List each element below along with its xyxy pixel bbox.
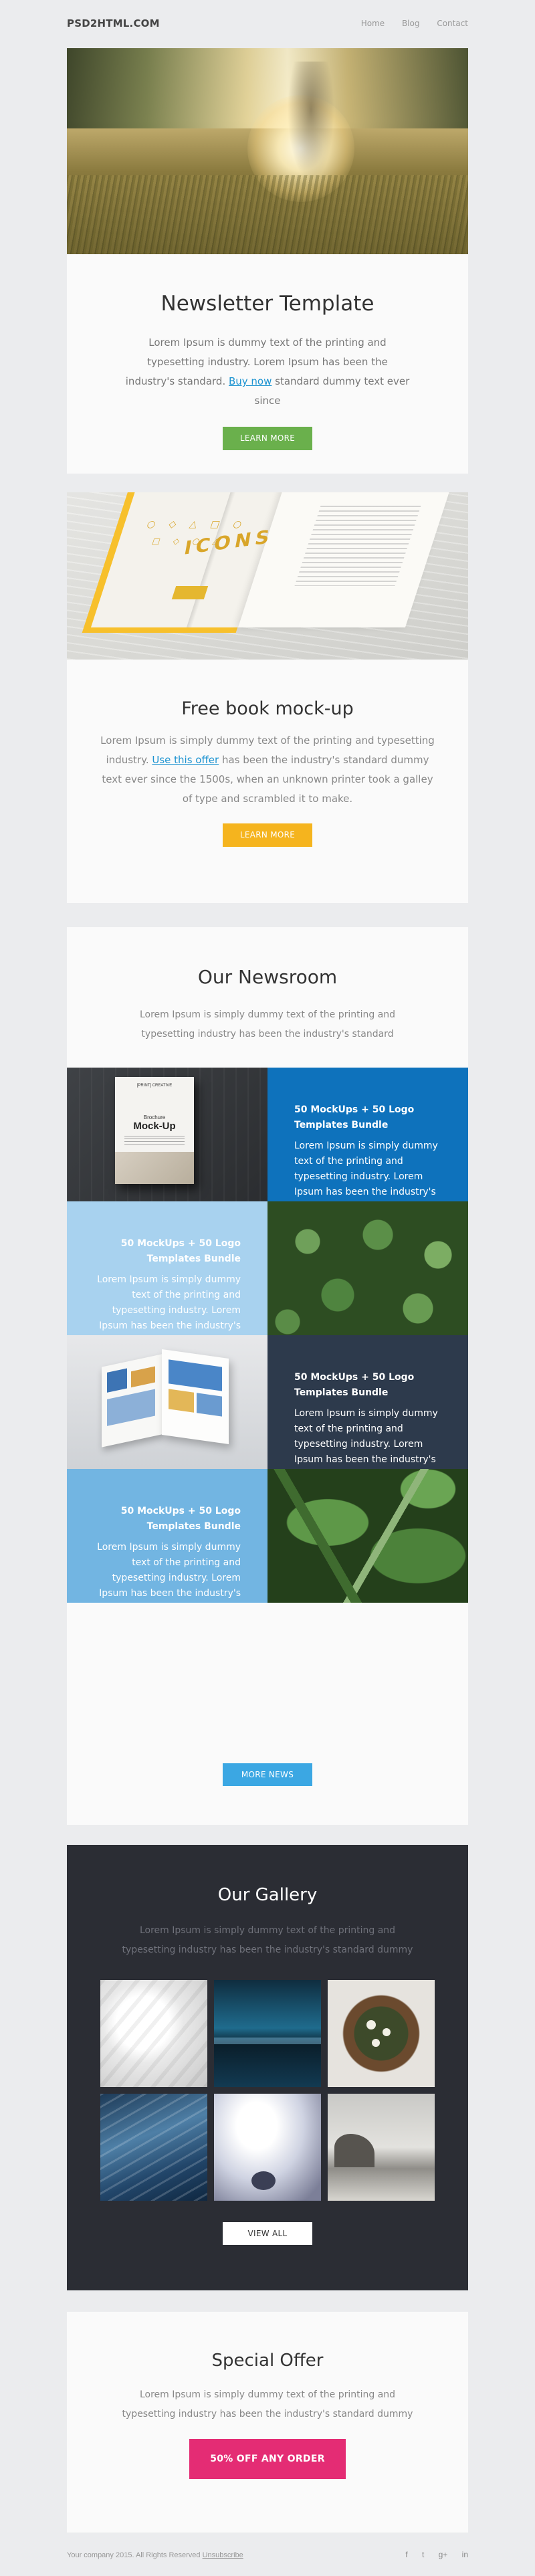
news-tile-3[interactable]: 50 MockUps + 50 Logo Templates Bundle Lo… xyxy=(268,1335,468,1469)
top-nav: Home Blog Contact xyxy=(346,19,468,28)
buy-now-link[interactable]: Buy now xyxy=(229,375,272,387)
more-news-button[interactable]: MORE NEWS xyxy=(223,1763,312,1786)
brochure-label-small: [PRINT] CREATIVE xyxy=(136,1084,173,1088)
book-icons-row: ○ ◇ △ □ ○ xyxy=(145,519,249,530)
nav-blog[interactable]: Blog xyxy=(402,19,420,28)
newsroom-card: Our Newsroom Lorem Ipsum is simply dummy… xyxy=(67,927,468,1825)
news-tile-2-text: Lorem Ipsum is simply dummy text of the … xyxy=(97,1274,241,1331)
view-all-button[interactable]: VIEW ALL xyxy=(223,2222,312,2245)
hero-text: Lorem Ipsum is dummy text of the printin… xyxy=(124,333,411,411)
hero-text-b: standard dummy text ever since xyxy=(254,375,410,407)
gallery-image-5[interactable] xyxy=(214,2094,321,2201)
offer-text: Lorem Ipsum is simply dummy text of the … xyxy=(122,2389,413,2419)
gallery-image-6[interactable] xyxy=(328,2094,435,2201)
use-offer-link[interactable]: Use this offer xyxy=(152,754,219,766)
book-learn-more-button[interactable]: LEARN MORE xyxy=(223,823,312,847)
tile-image-brochure: [PRINT] CREATIVE Brochure Mock-Up xyxy=(67,1068,268,1201)
gallery-image-3[interactable] xyxy=(328,1980,435,2087)
brochure-label-big: Mock-Up xyxy=(133,1120,176,1132)
unsubscribe-link[interactable]: Unsubscribe xyxy=(203,2551,243,2559)
hero-title: Newsletter Template xyxy=(160,292,374,316)
hero-image xyxy=(67,48,468,254)
nav-home[interactable]: Home xyxy=(361,19,385,28)
gallery-image-2[interactable] xyxy=(214,1980,321,2087)
tile-image-leaves xyxy=(268,1201,468,1335)
brochure-label-sub: Brochure xyxy=(143,1114,166,1120)
gallery-title: Our Gallery xyxy=(217,1885,318,1905)
news-tile-3-title: 50 MockUps + 50 Logo Templates Bundle xyxy=(294,1372,415,1398)
book-text: Lorem Ipsum is simply dummy text of the … xyxy=(100,731,435,809)
linkedin-icon[interactable]: in xyxy=(462,2550,468,2559)
gallery-image-4[interactable] xyxy=(100,2094,207,2201)
hero-learn-more-button[interactable]: LEARN MORE xyxy=(223,427,312,450)
news-tile-4[interactable]: 50 MockUps + 50 Logo Templates Bundle Lo… xyxy=(67,1469,268,1603)
tile-image-hosta xyxy=(268,1469,468,1603)
newsroom-grid: [PRINT] CREATIVE Brochure Mock-Up 50 Moc… xyxy=(67,1068,468,1737)
news-tile-1-title: 50 MockUps + 50 Logo Templates Bundle xyxy=(294,1104,415,1130)
offer-title: Special Offer xyxy=(211,2351,324,2371)
top-bar: PSD2HTML.COM Home Blog Contact xyxy=(67,0,468,48)
gallery-image-1[interactable] xyxy=(100,1980,207,2087)
offer-card: Special Offer Lorem Ipsum is simply dumm… xyxy=(67,2312,468,2533)
book-image: ○ ◇ △ □ ○ □ ◇ ○ △ ICONS xyxy=(67,492,468,660)
news-tile-1[interactable]: 50 MockUps + 50 Logo Templates Bundle Lo… xyxy=(268,1068,468,1201)
footer-copyright: Your company 2015. All Rights Reserved U… xyxy=(67,2551,243,2559)
logo[interactable]: PSD2HTML.COM xyxy=(67,17,160,29)
book-title: Free book mock-up xyxy=(181,698,354,719)
google-plus-icon[interactable]: g+ xyxy=(439,2550,448,2559)
news-tile-3-text: Lorem Ipsum is simply dummy text of the … xyxy=(294,1408,438,1465)
offer-button[interactable]: 50% OFF ANY ORDER xyxy=(189,2439,346,2479)
newsroom-title: Our Newsroom xyxy=(197,966,338,988)
news-tile-4-title: 50 MockUps + 50 Logo Templates Bundle xyxy=(120,1506,241,1532)
footer-text: Your company 2015. All Rights Reserved xyxy=(67,2551,203,2559)
brochure-mockup: [PRINT] CREATIVE Brochure Mock-Up xyxy=(115,1077,194,1184)
news-tile-1-text: Lorem Ipsum is simply dummy text of the … xyxy=(294,1141,438,1197)
gallery-card: Our Gallery Lorem Ipsum is simply dummy … xyxy=(67,1845,468,2290)
news-tile-4-text: Lorem Ipsum is simply dummy text of the … xyxy=(97,1542,241,1599)
book-card: ○ ◇ △ □ ○ □ ◇ ○ △ ICONS Free book mock-u… xyxy=(67,492,468,903)
tile-image-magazine xyxy=(67,1335,268,1469)
news-tile-2-title: 50 MockUps + 50 Logo Templates Bundle xyxy=(120,1238,241,1264)
news-tile-2[interactable]: 50 MockUps + 50 Logo Templates Bundle Lo… xyxy=(67,1201,268,1335)
facebook-icon[interactable]: f xyxy=(405,2550,407,2559)
twitter-icon[interactable]: t xyxy=(422,2550,424,2559)
social-icons: f t g+ in xyxy=(393,2550,468,2559)
hero-card: Newsletter Template Lorem Ipsum is dummy… xyxy=(67,48,468,474)
gallery-text: Lorem Ipsum is simply dummy text of the … xyxy=(122,1925,413,1955)
nav-contact[interactable]: Contact xyxy=(437,19,468,28)
newsroom-text: Lorem Ipsum is simply dummy text of the … xyxy=(139,1009,396,1039)
footer: Your company 2015. All Rights Reserved U… xyxy=(67,2549,468,2569)
